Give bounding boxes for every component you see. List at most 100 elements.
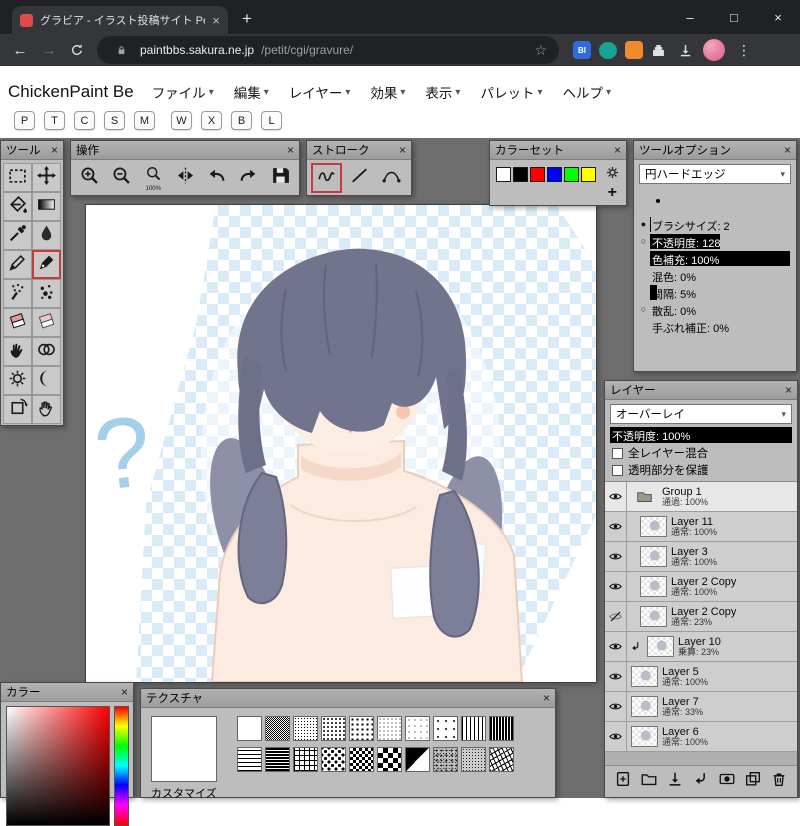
slider[interactable]: 手ぶれ補正: 0% [650, 319, 790, 334]
swatches-palette-header[interactable]: カラーセット × [490, 141, 626, 160]
add-swatch-button[interactable]: + [608, 185, 617, 201]
save-button[interactable] [265, 163, 295, 193]
shortcut-key-T[interactable]: T [44, 111, 65, 130]
texture-preview[interactable] [151, 716, 217, 782]
forward-button[interactable]: → [36, 42, 62, 59]
brush-setting-row[interactable]: ● ブラシサイズ: 2 [637, 216, 790, 233]
tool-blend[interactable] [32, 337, 61, 366]
tool-hand[interactable] [32, 395, 61, 424]
tool-rotate-canvas[interactable] [3, 395, 32, 424]
brush-preview[interactable] [634, 184, 796, 216]
tool-soft-eraser[interactable] [32, 308, 61, 337]
checkbox[interactable] [612, 464, 623, 476]
lock-alpha-row[interactable]: 透明部分を保護 [612, 463, 790, 477]
close-icon[interactable]: × [287, 144, 294, 156]
texture-swatch-gray50[interactable] [265, 716, 290, 741]
shortcut-key-P[interactable]: P [14, 111, 35, 130]
pressure-toggle-icon[interactable]: ○ [637, 237, 650, 246]
tool-pen[interactable] [32, 250, 61, 279]
color-swatch[interactable] [496, 167, 511, 182]
new-tab-button[interactable]: + [242, 9, 252, 29]
slider[interactable]: 散乱: 0% [650, 302, 790, 317]
site-info-icon[interactable] [109, 40, 133, 60]
brush-setting-row[interactable]: ○ 散乱: 0% [637, 301, 790, 318]
stroke-palette-header[interactable]: ストローク × [307, 141, 411, 160]
layer-row[interactable]: Group 1 通過: 100% [605, 482, 797, 512]
extensions-puzzle-icon[interactable] [646, 40, 670, 60]
tool-dots[interactable] [32, 279, 61, 308]
eye-icon[interactable] [605, 662, 627, 691]
duplicate-button[interactable] [744, 770, 762, 793]
menu-パレット[interactable]: パレット ▾ [480, 82, 542, 102]
color-swatch[interactable] [513, 167, 528, 182]
slider[interactable]: 不透明度: 128 [650, 234, 790, 249]
tool-water[interactable] [32, 221, 61, 250]
browser-menu-icon[interactable]: ⋮ [731, 42, 757, 59]
layer-row[interactable]: Layer 11 通常: 100% [605, 512, 797, 542]
close-icon[interactable]: × [121, 686, 128, 698]
brush-setting-row[interactable]: ○ 不透明度: 128 [637, 233, 790, 250]
slider[interactable]: 間隔: 5% [650, 285, 790, 300]
texture-swatch-scribble[interactable] [489, 747, 514, 772]
shortcut-key-M[interactable]: M [134, 111, 155, 130]
hue-strip[interactable] [114, 706, 129, 826]
texture-swatch-noise[interactable] [433, 747, 458, 772]
tool-rect-select[interactable] [3, 163, 32, 192]
texture-swatch-hlines[interactable] [237, 747, 262, 772]
layer-row[interactable]: Layer 3 通常: 100% [605, 542, 797, 572]
extension-icon[interactable] [625, 41, 643, 59]
shortcut-key-S[interactable]: S [104, 111, 125, 130]
clip-button[interactable] [692, 770, 710, 793]
brush-tip-select[interactable]: 円ハードエッジ ▾ [639, 164, 791, 184]
brush-setting-row[interactable]: 色補充: 100% [637, 250, 790, 267]
zoom-out-button[interactable] [107, 163, 137, 193]
texture-swatch-diag-half[interactable] [405, 747, 430, 772]
texture-swatch-dots-offset[interactable] [321, 747, 346, 772]
zoom-100-button[interactable]: 100% [138, 163, 168, 193]
color-swatch[interactable] [564, 167, 579, 182]
tool-palette-header[interactable]: ツール × [1, 141, 63, 160]
redo-button[interactable] [234, 163, 264, 193]
eye-icon[interactable] [605, 632, 627, 661]
slider[interactable]: ブラシサイズ: 2 [650, 217, 790, 232]
tool-color-picker[interactable] [3, 221, 32, 250]
eye-icon[interactable] [605, 722, 627, 751]
stroke-bezier-button[interactable] [376, 163, 407, 193]
shortcut-key-C[interactable]: C [74, 111, 95, 130]
shortcut-key-X[interactable]: X [201, 111, 222, 130]
close-icon[interactable]: × [614, 144, 621, 156]
texture-swatch-dots-med[interactable] [321, 716, 346, 741]
checkbox[interactable] [612, 447, 623, 459]
bookmark-star-icon[interactable]: ☆ [534, 42, 547, 59]
tool-eraser[interactable] [3, 308, 32, 337]
sample-all-layers-row[interactable]: 全レイヤー混合 [612, 446, 790, 460]
eye-icon[interactable] [605, 512, 627, 541]
reload-button[interactable] [65, 40, 89, 60]
texture-swatch-checker-small[interactable] [349, 747, 374, 772]
saturation-value-picker[interactable] [6, 706, 110, 826]
stroke-freehand-button[interactable] [311, 163, 342, 193]
menu-効果[interactable]: 効果 ▾ [370, 82, 405, 102]
mask-button[interactable] [718, 770, 736, 793]
profile-avatar[interactable] [703, 39, 725, 61]
menu-ファイル[interactable]: ファイル ▾ [152, 82, 214, 102]
color-swatch[interactable] [581, 167, 596, 182]
shortcut-key-W[interactable]: W [171, 111, 192, 130]
downloads-icon[interactable] [673, 40, 697, 60]
tool-move[interactable] [32, 163, 61, 192]
texture-swatch-dots-fine[interactable] [377, 716, 402, 741]
delete-button[interactable] [770, 770, 788, 793]
layer-row[interactable]: Layer 2 Copy 通常: 100% [605, 572, 797, 602]
zoom-in-button[interactable] [75, 163, 105, 193]
canvas[interactable]: ? [86, 205, 596, 683]
tool-smudge[interactable] [3, 337, 32, 366]
eye-icon[interactable] [605, 692, 627, 721]
tool-gradient[interactable] [32, 192, 61, 221]
swatch-settings-gear-icon[interactable] [605, 165, 620, 185]
eye-icon[interactable] [605, 542, 627, 571]
brush-setting-row[interactable]: 間隔: 5% [637, 284, 790, 301]
pressure-toggle-icon[interactable]: ● [637, 220, 650, 229]
add-layer-button[interactable] [614, 770, 632, 793]
texture-swatch-dots-mid[interactable] [349, 716, 374, 741]
layer-row[interactable]: Layer 10 乗算: 23% [605, 632, 797, 662]
